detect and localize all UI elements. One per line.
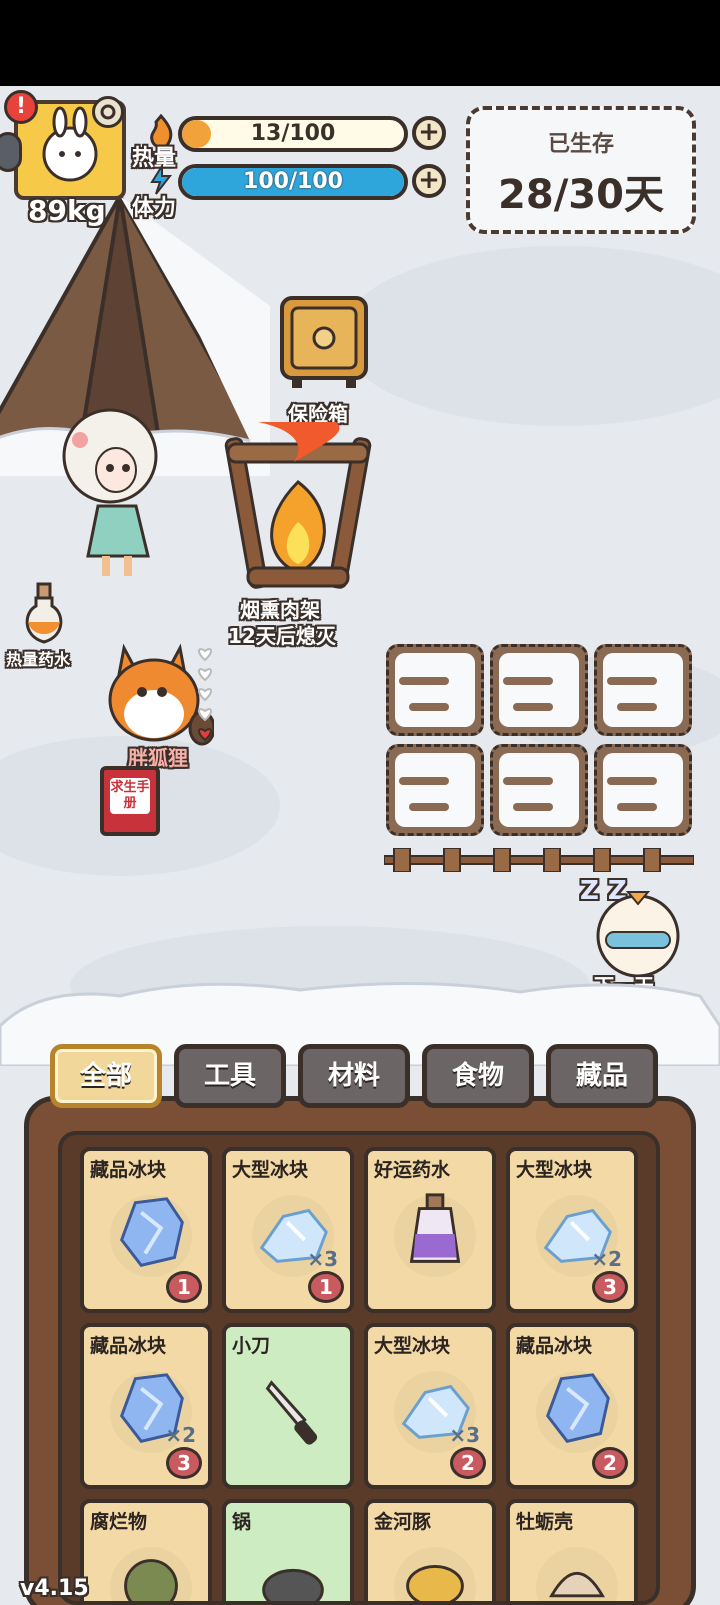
item-count: ×3 (449, 1423, 480, 1447)
luck-potion-icon (409, 1193, 461, 1263)
player-weight: 89kg (28, 194, 106, 227)
smokehouse-label: 烟熏肉架 (240, 598, 320, 622)
item-name: 金河豚 (374, 1511, 432, 1533)
safe-icon[interactable] (278, 294, 370, 390)
farm-plot[interactable] (490, 744, 588, 836)
character-icon[interactable] (40, 386, 180, 586)
heat-potion-label: 热量药水 (6, 650, 71, 669)
status-bar (0, 0, 720, 86)
stamina-bar: 100/100 (178, 164, 408, 200)
item-name: 大型冰块 (232, 1159, 309, 1181)
item-badge: 1 (166, 1271, 202, 1303)
inventory-item-card[interactable]: 大型冰块 ×3 1 (222, 1147, 354, 1313)
pot-icon (262, 1568, 324, 1601)
farm-plot[interactable] (490, 644, 588, 736)
heat-potion-icon[interactable] (20, 582, 68, 646)
stamina-label: 体力 (132, 196, 177, 221)
tab-4[interactable]: 藏品 (546, 1044, 658, 1108)
smokehouse-status: 12天后熄灭 (228, 624, 336, 648)
item-name: 大型冰块 (374, 1335, 451, 1357)
crystal-ice-icon (545, 1373, 610, 1443)
gear-icon[interactable] (92, 96, 124, 128)
inventory-item-card[interactable]: 藏品冰块 2 (506, 1323, 638, 1489)
version-label: v4.15 (20, 1576, 89, 1601)
stamina-value: 100/100 (243, 169, 343, 194)
heat-value: 13/100 (250, 121, 336, 146)
heat-bar: 13/100 (178, 116, 408, 152)
item-name: 腐烂物 (90, 1511, 148, 1533)
crystal-ice-icon (119, 1197, 184, 1267)
item-name: 藏品冰块 (90, 1159, 167, 1181)
alert-badge[interactable]: ! (4, 90, 38, 124)
item-name: 好运药水 (374, 1159, 451, 1181)
inventory-item-card[interactable]: 藏品冰块 1 (80, 1147, 212, 1313)
survival-manual-button[interactable]: 求生手册 (100, 766, 160, 836)
item-badge: 1 (308, 1271, 344, 1303)
add-heat-button[interactable]: + (412, 116, 446, 150)
rot-icon (124, 1559, 178, 1601)
farm-plot[interactable] (386, 644, 484, 736)
inventory-item-card[interactable]: 好运药水 (364, 1147, 496, 1313)
inventory-grid: 藏品冰块 1 大型冰块 ×3 1 好运药水 大型冰块 ×2 3 藏品冰块 ×2 3 小刀 大型冰块 ×3 2 藏… (58, 1131, 660, 1605)
item-name: 锅 (232, 1511, 252, 1533)
affection-hearts-icon (198, 648, 212, 742)
item-count: ×3 (307, 1247, 338, 1271)
inventory-item-card[interactable]: 锅 (222, 1499, 354, 1601)
item-name: 牡蛎壳 (516, 1511, 574, 1533)
inventory-item-card[interactable]: 大型冰块 ×2 3 (506, 1147, 638, 1313)
side-menu-handle[interactable] (0, 132, 22, 172)
item-name: 藏品冰块 (90, 1335, 167, 1357)
game-scene: ! 89kg 热量 13/100 + 体力 100/100 + 已生存 28/3… (0, 86, 720, 1605)
tab-0[interactable]: 全部 (50, 1044, 162, 1108)
inventory-item-card[interactable]: 大型冰块 ×3 2 (364, 1323, 496, 1489)
farm-plot[interactable] (594, 644, 692, 736)
item-badge: 2 (592, 1447, 628, 1479)
inventory-item-card[interactable]: 小刀 (222, 1323, 354, 1489)
item-badge: 3 (592, 1271, 628, 1303)
inventory-item-card[interactable]: 牡蛎壳 (506, 1499, 638, 1601)
item-badge: 2 (450, 1447, 486, 1479)
survival-manual-label: 求生手册 (110, 778, 150, 814)
item-name: 藏品冰块 (516, 1335, 593, 1357)
tab-2[interactable]: 材料 (298, 1044, 410, 1108)
survival-days-panel: 已生存 28/30天 (466, 106, 696, 234)
item-name: 小刀 (232, 1335, 271, 1357)
survival-title: 已生存 (547, 132, 614, 157)
farm-plot[interactable] (594, 744, 692, 836)
smokehouse-rack-icon[interactable] (218, 422, 378, 592)
item-count: ×2 (165, 1423, 196, 1447)
gold-fish-icon (406, 1564, 464, 1601)
oyster-shell-icon (549, 1571, 605, 1598)
farm-plot[interactable] (386, 744, 484, 836)
item-count: ×2 (591, 1247, 622, 1271)
inventory-item-card[interactable]: 金河豚 (364, 1499, 496, 1601)
item-name: 大型冰块 (516, 1159, 593, 1181)
fence (383, 847, 695, 873)
item-badge: 3 (166, 1447, 202, 1479)
tab-1[interactable]: 工具 (174, 1044, 286, 1108)
tab-3[interactable]: 食物 (422, 1044, 534, 1108)
knife-icon (265, 1380, 318, 1445)
survival-days: 28/30天 (498, 172, 664, 218)
inventory-item-card[interactable]: 腐烂物 (80, 1499, 212, 1601)
inventory-item-card[interactable]: 藏品冰块 ×2 3 (80, 1323, 212, 1489)
add-stamina-button[interactable]: + (412, 164, 446, 198)
